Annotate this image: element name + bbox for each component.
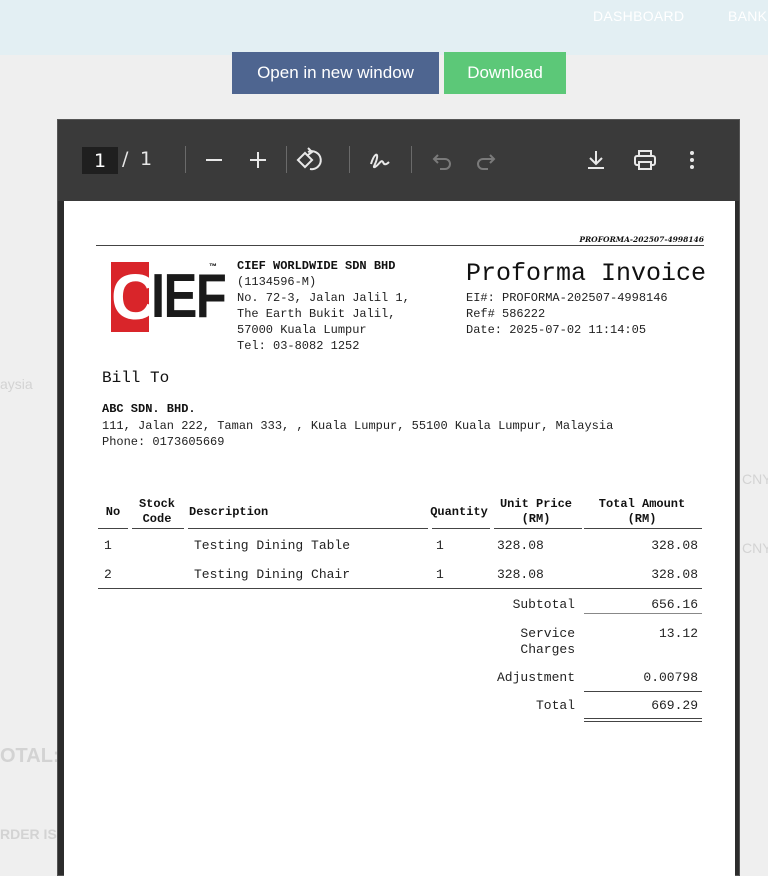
customer-phone: Phone: 0173605669 — [102, 435, 225, 449]
customer-name: ABC SDN. BHD. — [102, 402, 196, 416]
header-rule — [96, 245, 704, 246]
company-address-2: The Earth Bukit Jalil, — [237, 307, 396, 321]
company-tel: Tel: 03-8082 1252 — [237, 339, 360, 353]
toolbar-divider — [411, 146, 412, 173]
row-unit-price: 328.08 — [497, 567, 544, 582]
row-no: 2 — [104, 567, 112, 582]
company-logo: C IEF ™ — [111, 261, 227, 333]
invoice-meta: EI#: PROFORMA-202507-4998146 Ref# 586222… — [466, 290, 668, 338]
pdf-page: PROFORMA-202507-4998146 C IEF ™ CIEF WOR… — [64, 201, 735, 876]
bg-country-text: aysia — [0, 376, 33, 392]
total-label: Total — [535, 698, 575, 713]
row-description: Testing Dining Chair — [194, 567, 351, 582]
row-no: 1 — [104, 538, 112, 553]
undo-icon[interactable] — [432, 150, 452, 170]
row-description: Testing Dining Table — [194, 538, 351, 553]
bg-currency-1: CNY — [742, 471, 768, 487]
total-pages: 1 — [140, 148, 153, 170]
print-icon[interactable] — [633, 149, 657, 171]
zoom-out-icon[interactable] — [204, 150, 224, 170]
company-reg: (1134596-M) — [237, 275, 317, 289]
service-charges-label: Service Charges — [520, 626, 575, 657]
page-separator: / — [122, 148, 129, 170]
row-qty: 1 — [436, 538, 444, 553]
nav-dashboard[interactable]: DASHBOARD — [593, 8, 684, 24]
page-number-input[interactable]: 1 — [82, 147, 118, 174]
col-header-no: No — [105, 505, 121, 519]
customer-address: 111, Jalan 222, Taman 333, , Kuala Lumpu… — [102, 419, 614, 433]
toolbar-divider — [185, 146, 186, 173]
bg-currency-2: CNY — [742, 540, 768, 556]
bg-total-label: OTAL: — [0, 745, 60, 767]
rotate-icon[interactable] — [296, 147, 324, 173]
col-header-description: Description — [189, 505, 269, 519]
zoom-in-icon[interactable] — [248, 150, 268, 170]
subtotal-label: Subtotal — [512, 597, 575, 612]
col-header-stock-code: Stock Code — [138, 497, 175, 526]
toolbar-divider — [349, 146, 350, 173]
row-unit-price: 328.08 — [497, 538, 544, 553]
subtotal-value: 656.16 — [651, 597, 698, 612]
toolbar-divider — [286, 146, 287, 173]
row-total: 328.08 — [651, 567, 698, 582]
ref-number: Ref# 586222 — [466, 307, 546, 321]
more-icon[interactable] — [688, 150, 696, 170]
row-qty: 1 — [436, 567, 444, 582]
company-address-1: No. 72-3, Jalan Jalil 1, — [237, 291, 410, 305]
adjustment-value: 0.00798 — [643, 670, 698, 685]
open-new-window-button[interactable]: Open in new window — [232, 52, 439, 94]
bg-order-label: RDER IS — [0, 826, 57, 842]
pdf-viewer: 1 / 1 PROFORMA-202507-4998146 C IEF ™ CI… — [57, 119, 740, 876]
ei-number: EI#: PROFORMA-202507-4998146 — [466, 291, 668, 305]
download-button[interactable]: Download — [444, 52, 566, 94]
pdf-toolbar: 1 / 1 — [58, 120, 739, 201]
company-info: CIEF WORLDWIDE SDN BHD (1134596-M) No. 7… — [237, 258, 410, 354]
top-nav-bar: DASHBOARD BANK — [0, 0, 768, 55]
nav-bank[interactable]: BANK — [728, 8, 767, 24]
adjustment-label: Adjustment — [496, 670, 575, 685]
company-name: CIEF WORLDWIDE SDN BHD — [237, 259, 396, 273]
invoice-date: Date: 2025-07-02 11:14:05 — [466, 323, 647, 337]
col-header-unit-price: Unit Price (RM) — [499, 497, 572, 526]
service-charges-value: 13.12 — [658, 626, 698, 641]
total-value: 669.29 — [651, 698, 698, 713]
row-total: 328.08 — [651, 538, 698, 553]
table-bottom-rule — [98, 588, 702, 589]
download-icon[interactable] — [585, 149, 607, 171]
document-title: Proforma Invoice — [466, 259, 707, 288]
col-header-total-amount: Total Amount (RM) — [598, 497, 686, 526]
header-doc-id: PROFORMA-202507-4998146 — [579, 235, 704, 244]
bill-to-label: Bill To — [102, 369, 170, 387]
col-header-quantity: Quantity — [430, 505, 488, 519]
draw-icon[interactable] — [368, 148, 392, 172]
redo-icon[interactable] — [476, 150, 496, 170]
company-address-3: 57000 Kuala Lumpur — [237, 323, 367, 337]
